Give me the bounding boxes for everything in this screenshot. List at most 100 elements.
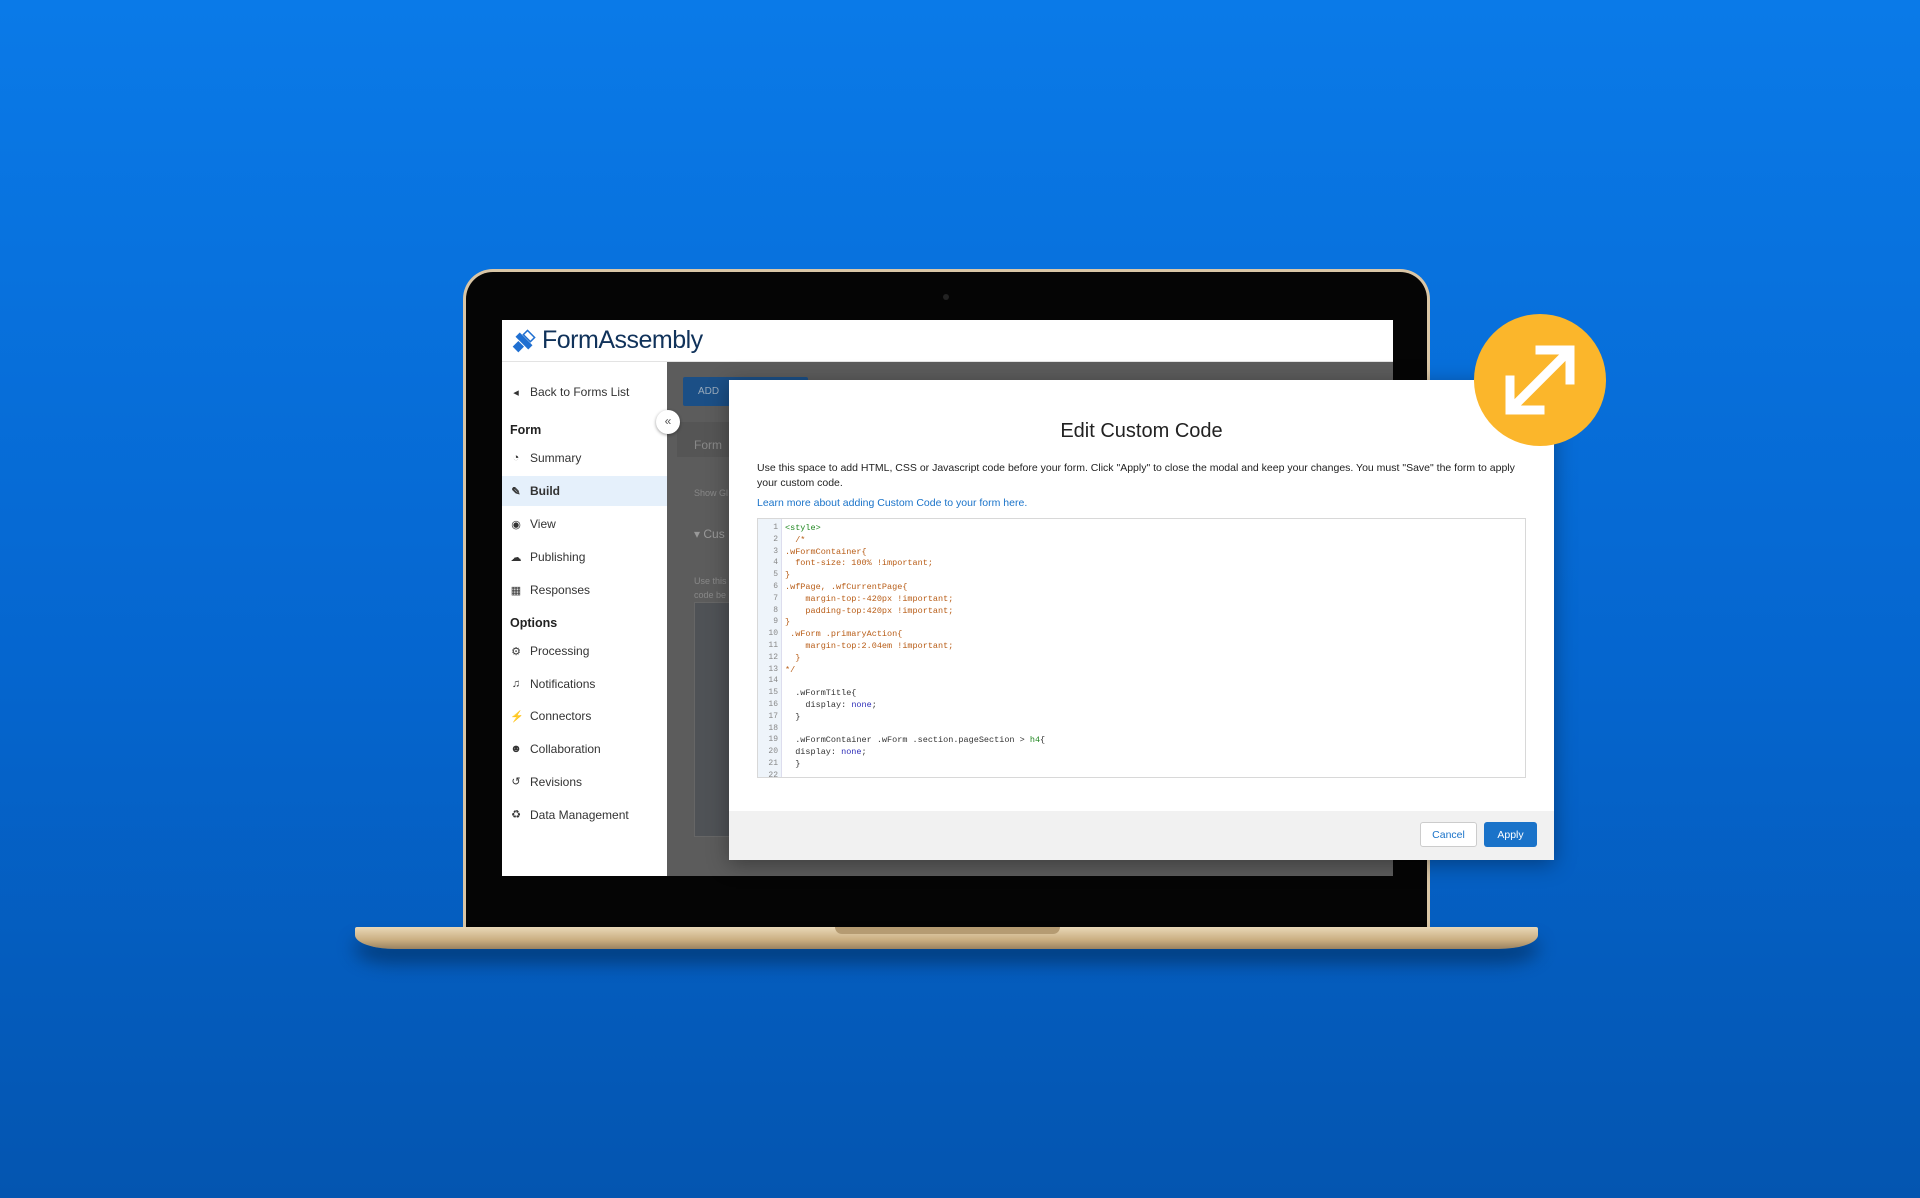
line-number: 4 (773, 558, 778, 568)
code-line: margin-top:-420px !important; (785, 593, 954, 604)
line-number: 5 (773, 570, 778, 580)
sidebar-item-label: Publishing (530, 550, 586, 564)
code-line: display: none; (785, 747, 867, 758)
app-header: FormAssembly (502, 320, 1393, 362)
code-line: .wForm .primaryAction{ (785, 629, 903, 640)
line-number: 3 (773, 546, 778, 556)
cancel-button[interactable]: Cancel (1420, 822, 1477, 847)
line-number: 16 (768, 700, 778, 709)
line-number: 8 (773, 605, 778, 615)
code-line: font-size: 100% !important; (785, 558, 933, 569)
sidebar-item-view[interactable]: ◉ View (502, 509, 667, 539)
sidebar-item-collaboration[interactable]: ☻ Collaboration (502, 734, 667, 764)
code-line: } (785, 570, 791, 581)
line-number: 19 (768, 735, 778, 745)
form-label: Form (694, 438, 722, 452)
sidebar-item-label: Connectors (530, 709, 592, 724)
section-desc: Use this code be (694, 576, 727, 600)
eye-icon: ◉ (511, 518, 521, 531)
line-number: 9 (773, 617, 778, 627)
sidebar: ◂ Back to Forms List Form ◔ Summary ✎ Build ◉… (502, 362, 667, 876)
line-number: 2 (773, 534, 778, 544)
code-line: <style> (785, 523, 821, 533)
pencil-icon: ✎ (511, 485, 521, 498)
sidebar-item-label: Notifications (530, 676, 596, 691)
table-icon: ▦ (510, 584, 522, 597)
edit-custom-code-modal: Edit Custom Code Use this space to add H… (729, 380, 1554, 860)
sidebar-item-label: Summary (530, 451, 582, 465)
dashboard-icon: ◔ (512, 452, 520, 464)
back-label: Back to Forms List (530, 385, 630, 399)
sidebar-item-label: Processing (530, 644, 590, 658)
sidebar-item-label: View (530, 517, 556, 531)
line-number: 10 (768, 629, 778, 639)
code-editor[interactable]: 1 2 3 4 5 6 7 8 9 10 11 12 13 14 15 16 17 18 19 20 21 22 <sty… (757, 518, 1526, 778)
line-number: 21 (768, 759, 778, 768)
modal-description: Use this space to add HTML, CSS or Javas… (757, 462, 1515, 489)
line-number: 15 (768, 688, 778, 698)
code-line: } (785, 759, 801, 769)
line-number: 12 (768, 652, 778, 662)
sidebar-item-data-management[interactable]: ♻ Data Management (502, 800, 667, 830)
expand-arrows-icon (1505, 345, 1575, 415)
sidebar-item-label: Responses (530, 583, 591, 597)
code-line: } (785, 711, 801, 722)
line-number: 6 (773, 582, 778, 591)
modal-title: Edit Custom Code (1060, 420, 1223, 442)
code-line: padding-top:420px !important; (785, 605, 954, 616)
bell-icon: ♫ (511, 677, 521, 690)
collapse-sidebar-button[interactable]: « (656, 410, 680, 434)
plug-icon: ⚡ (510, 710, 524, 723)
modal-footer: Cancel Apply (729, 811, 1554, 860)
line-number: 11 (768, 641, 778, 650)
options-heading: Options (510, 616, 558, 630)
laptop-camera (943, 294, 949, 300)
code-line: .wfPage, .wfCurrentPage{ (785, 582, 908, 592)
sidebar-item-revisions[interactable]: ↺ Revisions (502, 767, 667, 797)
sidebar-item-label: Data Management (530, 807, 629, 822)
sidebar-item-connectors[interactable]: ⚡ Connectors (502, 701, 667, 731)
section-toggle[interactable]: ▾ Cus (694, 527, 725, 541)
line-number: 1 (773, 523, 778, 532)
sidebar-item-label: Revisions (530, 774, 583, 789)
line-number-gutter: 1 2 3 4 5 6 7 8 9 10 11 12 13 14 15 16 17 18 19 20 21 22 (758, 519, 782, 777)
formassembly-logo-icon (512, 328, 536, 352)
code-line: } (785, 617, 791, 628)
line-number: 17 (768, 711, 778, 721)
logo[interactable]: FormAssembly (510, 326, 703, 355)
code-line: .wFormTitle{ (785, 688, 857, 699)
double-chevron-left-icon: « (664, 414, 672, 428)
form-heading: Form (510, 423, 542, 437)
background-code-editor (694, 602, 734, 837)
custom-code-help-link[interactable]: Learn more about adding Custom Code to y… (757, 497, 1027, 509)
cloud-upload-icon: ☁ (510, 551, 522, 564)
expand-badge (1474, 314, 1606, 446)
sidebar-item-label: Build (530, 484, 560, 498)
laptop-notch (835, 927, 1060, 934)
section-label: Cus (703, 527, 725, 541)
code-line: .wFormContainer{ (785, 546, 867, 557)
sidebar-item-responses[interactable]: ▦ Responses (502, 575, 667, 605)
code-line: margin-top:2.04em !important; (785, 641, 954, 651)
line-number: 18 (768, 723, 778, 733)
sidebar-item-notifications[interactable]: ♫ Notifications (502, 669, 667, 699)
code-line: .wFormContainer .wForm .section.pageSect… (785, 735, 1046, 746)
sidebar-item-processing[interactable]: ⚙ Processing (502, 636, 667, 666)
code-line: } (785, 652, 801, 663)
back-to-forms-link[interactable]: ◂ Back to Forms List (502, 377, 667, 407)
line-number: 20 (768, 747, 778, 757)
show-label: Show Gl (694, 488, 729, 498)
users-icon: ☻ (510, 743, 522, 756)
logo-text: FormAssembly (542, 326, 703, 354)
sidebar-item-summary[interactable]: ◔ Summary (502, 443, 667, 473)
gears-icon: ⚙ (511, 645, 521, 658)
apply-button[interactable]: Apply (1484, 822, 1537, 847)
code-line: display: none; (785, 700, 877, 710)
sidebar-item-publishing[interactable]: ☁ Publishing (502, 542, 667, 572)
code-line: */ (785, 664, 796, 675)
code-line: /* (785, 534, 806, 545)
recycle-icon: ♻ (511, 809, 521, 821)
line-number: 13 (768, 664, 778, 674)
line-number: 14 (768, 676, 778, 686)
sidebar-item-build[interactable]: ✎ Build (502, 476, 667, 506)
